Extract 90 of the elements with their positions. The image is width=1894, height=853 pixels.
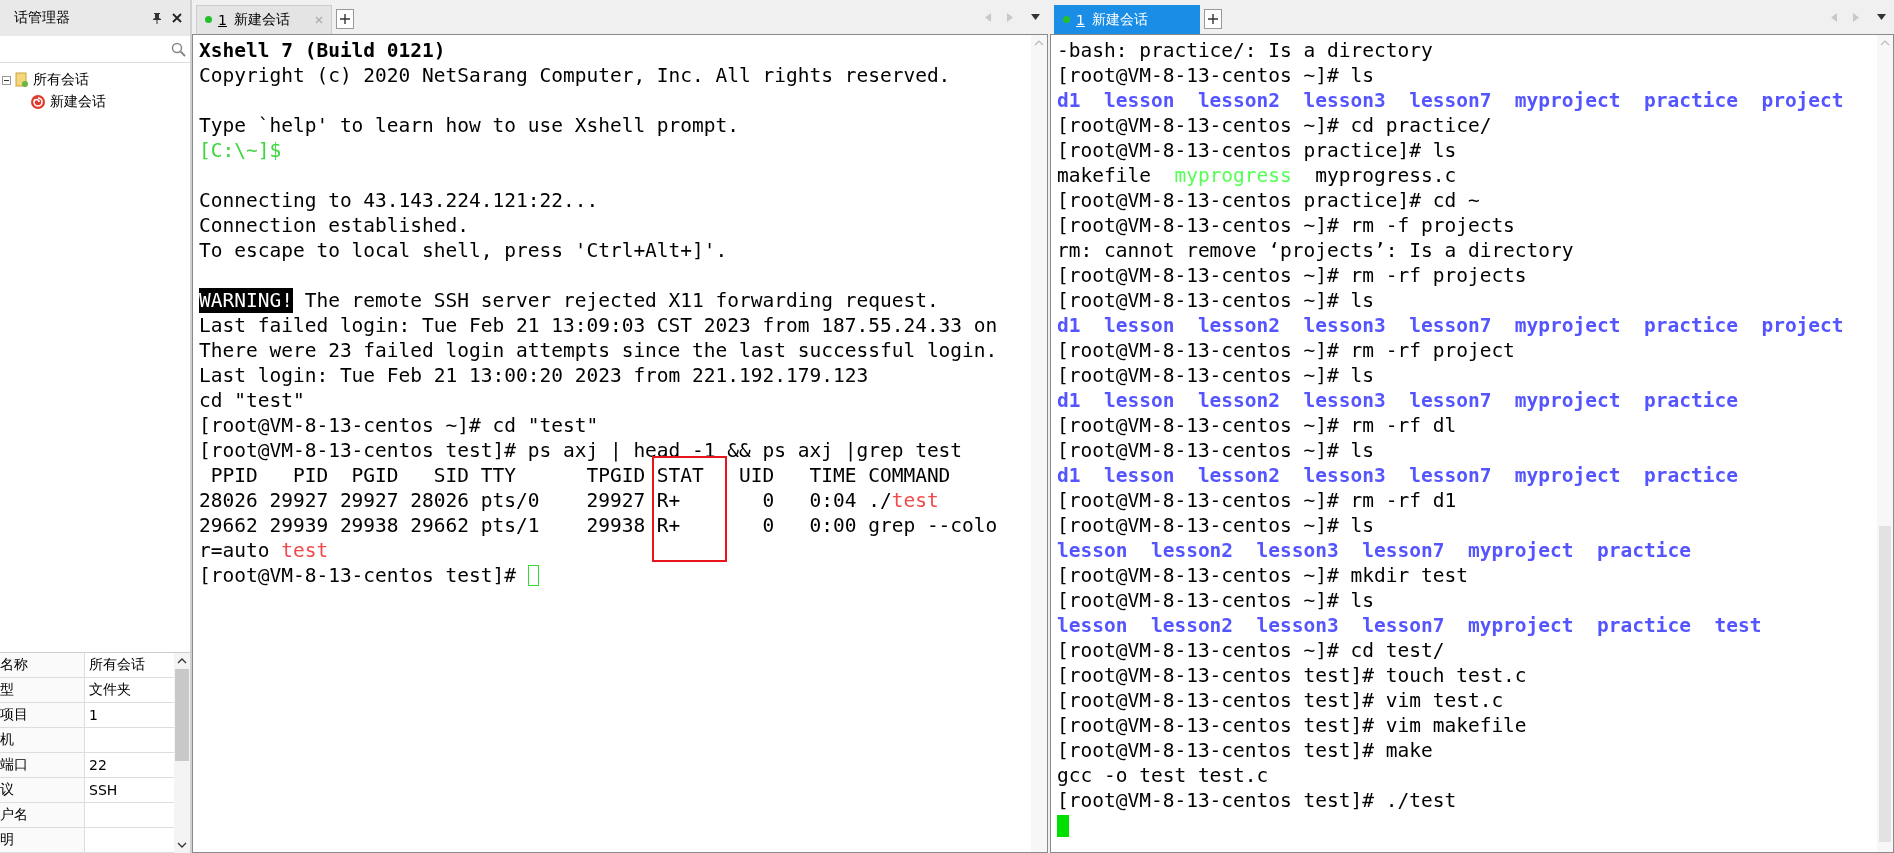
terminal-line: d1 lesson lesson2 lesson3 lesson7 myproject practice project (1057, 313, 1845, 338)
new-tab-button[interactable] (336, 9, 354, 29)
session-tab[interactable]: 1 新建会话 (196, 4, 332, 34)
terminal-line: [root@VM-8-13-centos practice]# cd ~ (1057, 188, 1481, 213)
session-tab[interactable]: 1 新建会话 (1054, 4, 1200, 34)
property-name: 名称 (0, 653, 85, 677)
terminal-line: [root@VM-8-13-centos ~]# mkdir test (1057, 563, 1469, 588)
swirl-icon (30, 94, 46, 110)
panel-title: 话管理器 (13, 9, 71, 27)
collapse-icon[interactable] (2, 75, 11, 85)
terminal-line: [root@VM-8-13-centos ~]# cd "test" (199, 413, 600, 438)
property-name: 项目 (0, 703, 85, 727)
terminal-line: WARNING! The remote SSH server rejected X11 forwarding request. (199, 288, 940, 313)
terminal-line: makefile myprogress myprogress.c (1057, 163, 1458, 188)
terminal-line: 29662 29939 29938 29662 pts/1 29938 R+ 0 0:00 grep --colo (199, 513, 999, 538)
terminal-line: PPID PID PGID SID TTY TPGID STAT UID TIME COMMAND (209, 463, 952, 488)
property-name: 型 (0, 678, 85, 702)
terminal-line: Connection established. (199, 213, 471, 238)
terminal-line: [root@VM-8-13-centos ~]# rm -rf dl (1057, 413, 1458, 438)
tree-item[interactable]: 新建会话 (50, 93, 106, 111)
terminal-line: To escape to local shell, press 'Ctrl+Alt+]'. (199, 238, 729, 263)
search-icon (171, 41, 186, 57)
terminal-line: [root@VM-8-13-centos ~]# ls (1057, 588, 1375, 613)
scroll-left-icon[interactable] (1831, 12, 1838, 22)
terminal-line: lesson lesson2 lesson3 lesson7 myproject practice (1057, 538, 1692, 563)
terminal-line: [C:\~]$ (199, 138, 283, 163)
terminal-line: gcc -o test test.c (1057, 763, 1270, 788)
new-tab-button[interactable] (1204, 9, 1222, 29)
scrollbar[interactable] (174, 653, 190, 853)
folder-icon (15, 72, 29, 88)
property-name: 明 (0, 828, 85, 852)
scroll-right-icon[interactable] (1852, 12, 1859, 22)
scrollbar[interactable] (1031, 35, 1047, 852)
scroll-down-icon[interactable] (177, 841, 187, 849)
terminal-line: [root@VM-8-13-centos test]# vim makefile (1057, 713, 1528, 738)
property-value: 22 (88, 756, 108, 775)
property-value: SSH (88, 781, 119, 800)
terminal-line: [root@VM-8-13-centos ~]# rm -rf d1 (1057, 488, 1458, 513)
terminal-line: [root@VM-8-13-centos ~]# rm -f projects (1057, 213, 1516, 238)
property-value: 1 (88, 706, 99, 725)
terminal-line: r=auto test (199, 538, 330, 563)
terminal-line: [root@VM-8-13-centos ~]# ls (1057, 438, 1375, 463)
terminal-line: Copyright (c) 2020 NetSarang Computer, Inc. All rights reserved. (199, 63, 952, 88)
plus-icon (340, 14, 350, 24)
terminal-line: 28026 29927 29927 28026 pts/0 29927 R+ 0 0:04 ./test (199, 488, 940, 513)
terminal-line: lesson lesson2 lesson3 lesson7 myproject practice test (1057, 613, 1763, 638)
terminal-line: [root@VM-8-13-centos test]# vim test.c (1057, 688, 1505, 713)
terminal-line: Xshell 7 (Build 0121) (199, 38, 447, 63)
scroll-up-icon[interactable] (177, 657, 187, 665)
terminal-line: [root@VM-8-13-centos test]# (199, 563, 517, 588)
terminal-line: d1 lesson lesson2 lesson3 lesson7 myproject practice project (1057, 88, 1845, 113)
terminal-line: Last failed login: Tue Feb 21 13:09:03 CST 2023 from 187.55.24.33 on (199, 313, 999, 338)
terminal-line: [root@VM-8-13-centos test]# ./test (1057, 788, 1458, 813)
terminal-line: [root@VM-8-13-centos practice]# ls (1057, 138, 1458, 163)
property-name: 户名 (0, 803, 85, 827)
terminal-line: [root@VM-8-13-centos ~]# ls (1057, 513, 1375, 538)
terminal-line: Last login: Tue Feb 21 13:00:20 2023 from 221.192.179.123 (199, 363, 870, 388)
terminal-line: [root@VM-8-13-centos ~]# rm -rf project (1057, 338, 1516, 363)
terminal-line: [root@VM-8-13-centos ~]# ls (1057, 363, 1375, 388)
terminal-line: -bash: practice/: Is a directory (1057, 38, 1434, 63)
terminal-line: [root@VM-8-13-centos ~]# rm -rf projects (1057, 263, 1528, 288)
dropdown-icon[interactable] (1877, 14, 1886, 20)
tree-item[interactable]: 所有会话 (33, 71, 89, 89)
terminal-line: Connecting to 43.143.224.121:22... (199, 188, 600, 213)
terminal-line: Type `help' to learn how to use Xshell prompt. (199, 113, 741, 138)
terminal-line: rm: cannot remove ‘projects’: Is a directory (1057, 238, 1575, 263)
terminal-line: [root@VM-8-13-centos test]# make (1057, 738, 1434, 763)
terminal-line: [root@VM-8-13-centos ~]# cd practice/ (1057, 113, 1493, 138)
terminal-line: [root@VM-8-13-centos ~]# cd test/ (1057, 638, 1446, 663)
status-dot-icon (1063, 16, 1070, 23)
property-value: 文件夹 (88, 680, 132, 699)
terminal-line: There were 23 failed login attempts since the last successful login. (199, 338, 999, 363)
plus-icon (1208, 14, 1218, 24)
status-dot-icon (205, 16, 212, 23)
terminal-line: [root@VM-8-13-centos ~]# ls (1057, 63, 1375, 88)
dropdown-icon[interactable] (1031, 14, 1040, 20)
property-name: 议 (0, 778, 85, 802)
terminal-line: cd "test" (199, 388, 306, 413)
pin-icon[interactable] (152, 12, 162, 24)
property-name: 端口 (0, 753, 85, 777)
scrollbar[interactable] (1877, 35, 1893, 852)
terminal-line: [root@VM-8-13-centos ~]# ls (1057, 288, 1375, 313)
close-icon[interactable] (172, 13, 182, 23)
property-name: 机 (0, 728, 85, 752)
terminal-line: [root@VM-8-13-centos test]# touch test.c (1057, 663, 1528, 688)
property-value: 所有会话 (88, 655, 146, 674)
scroll-left-icon[interactable] (985, 12, 992, 22)
terminal-line: d1 lesson lesson2 lesson3 lesson7 myproject practice (1057, 463, 1739, 488)
scroll-right-icon[interactable] (1006, 12, 1013, 22)
terminal-line: d1 lesson lesson2 lesson3 lesson7 myproject practice (1057, 388, 1739, 413)
